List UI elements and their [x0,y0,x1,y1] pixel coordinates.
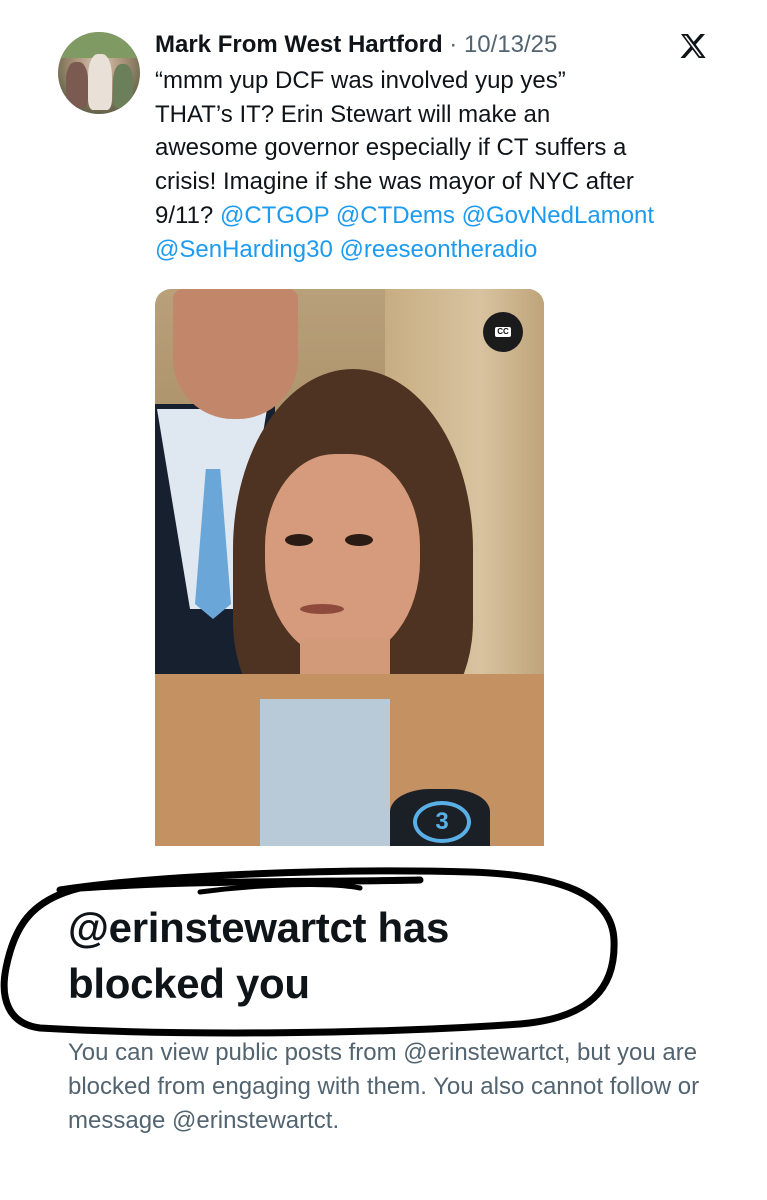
blocked-title: @erinstewartct has blocked you [68,904,450,1007]
mention-link-ctdems[interactable]: @CTDems [336,202,455,229]
tweet-text-line: “mmm yup DCF was involved yup yes” [155,67,566,94]
station-logo: 3 [413,801,471,843]
x-logo-icon [680,34,706,58]
mention-link-senharding30[interactable]: @SenHarding30 [155,236,333,263]
mention-link-ctgop[interactable]: @CTGOP [220,202,329,229]
tweet-header: Mark From West Hartford · 10/13/25 [155,30,557,60]
post-date[interactable]: 10/13/25 [464,31,557,58]
cc-label: CC [495,327,511,337]
tweet-text: “mmm yup DCF was involved yup yes” THAT’… [155,64,725,266]
video-media[interactable]: 3 [155,289,544,846]
tweet-card: Mark From West Hartford · 10/13/25 “mmm … [0,0,767,860]
tweet-text-line: awesome governor especially if CT suffer… [155,134,627,162]
closed-captions-icon[interactable]: CC [483,312,523,352]
tweet-text-line: crisis! Imagine if she was mayor of NYC … [155,168,634,196]
mention-link-reeseontheradio[interactable]: @reeseontheradio [339,236,537,263]
blocked-description: You can view public posts from @erinstew… [68,1039,700,1134]
author-avatar[interactable] [58,32,140,114]
tweet-text-line: 9/11? [155,201,220,229]
mention-link-govnedlamont[interactable]: @GovNedLamont [462,202,654,229]
author-name[interactable]: Mark From West Hartford [155,31,443,58]
tweet-text-line: THAT’s IT? Erin Stewart will make an [155,100,551,128]
header-separator: · [449,31,458,58]
